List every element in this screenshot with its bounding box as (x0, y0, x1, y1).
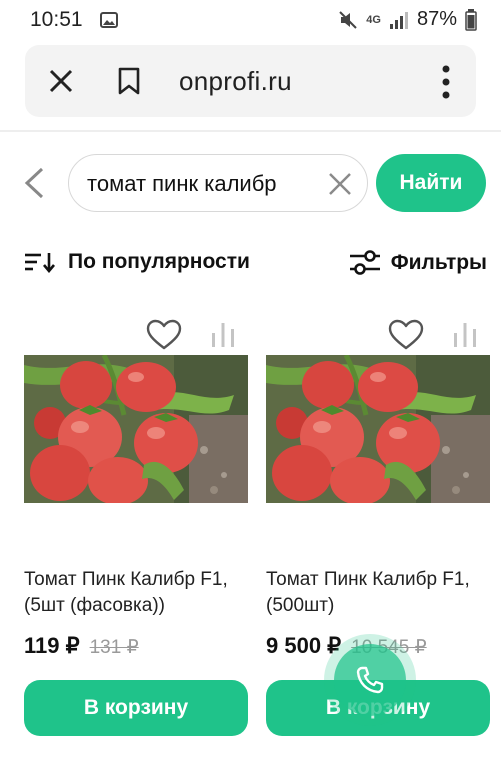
sort-label: По популярности (68, 250, 250, 273)
add-to-cart-button[interactable]: В корзину (24, 680, 248, 736)
phone-icon (356, 666, 384, 694)
product-title[interactable]: Томат Пинк Калибр F1, (500шт) (266, 567, 494, 619)
search-input[interactable] (87, 169, 317, 199)
url-text[interactable]: onprofi.ru (179, 66, 292, 97)
back-icon[interactable] (22, 166, 46, 200)
compare-icon[interactable] (452, 321, 478, 349)
more-menu-icon[interactable] (442, 65, 450, 99)
network-type: 4G (366, 13, 381, 26)
clear-search-icon[interactable] (327, 171, 353, 197)
browser-url-bar: onprofi.ru (25, 45, 476, 117)
search-box (68, 154, 368, 212)
product-title[interactable]: Томат Пинк Калибр F1, (5шт (фасовка)) (24, 567, 252, 619)
gallery-notification-icon (100, 12, 118, 28)
price-row: 119 ₽ 131 ₽ (24, 633, 139, 659)
bookmark-icon[interactable] (117, 67, 141, 95)
mute-icon (339, 10, 357, 29)
battery-percent: 87% (416, 8, 457, 30)
signal-icon (389, 11, 408, 29)
search-button[interactable]: Найти (376, 154, 486, 212)
status-time: 10:51 (30, 8, 83, 31)
heart-icon[interactable] (146, 319, 182, 351)
status-bar: 10:51 4G 87% (0, 0, 501, 40)
product-image[interactable] (24, 355, 248, 503)
filter-icon (349, 250, 380, 275)
call-button[interactable] (334, 644, 406, 716)
sort-control[interactable]: По популярности (24, 250, 250, 274)
close-tab-icon[interactable] (47, 67, 75, 95)
product-price: 9 500 ₽ (266, 633, 342, 658)
divider (0, 130, 501, 132)
product-card[interactable]: Томат Пинк Калибр F1, (5шт (фасовка)) 11… (24, 315, 248, 745)
compare-icon[interactable] (210, 321, 236, 349)
battery-icon (465, 8, 477, 31)
heart-icon[interactable] (388, 319, 424, 351)
product-price: 119 ₽ (24, 633, 80, 658)
product-image[interactable] (266, 355, 490, 503)
filter-label: Фильтры (390, 251, 487, 274)
status-indicators: 4G 87% (338, 8, 477, 31)
sort-icon (25, 253, 55, 273)
product-old-price: 131 ₽ (89, 637, 139, 658)
filter-control[interactable]: Фильтры (349, 250, 487, 276)
